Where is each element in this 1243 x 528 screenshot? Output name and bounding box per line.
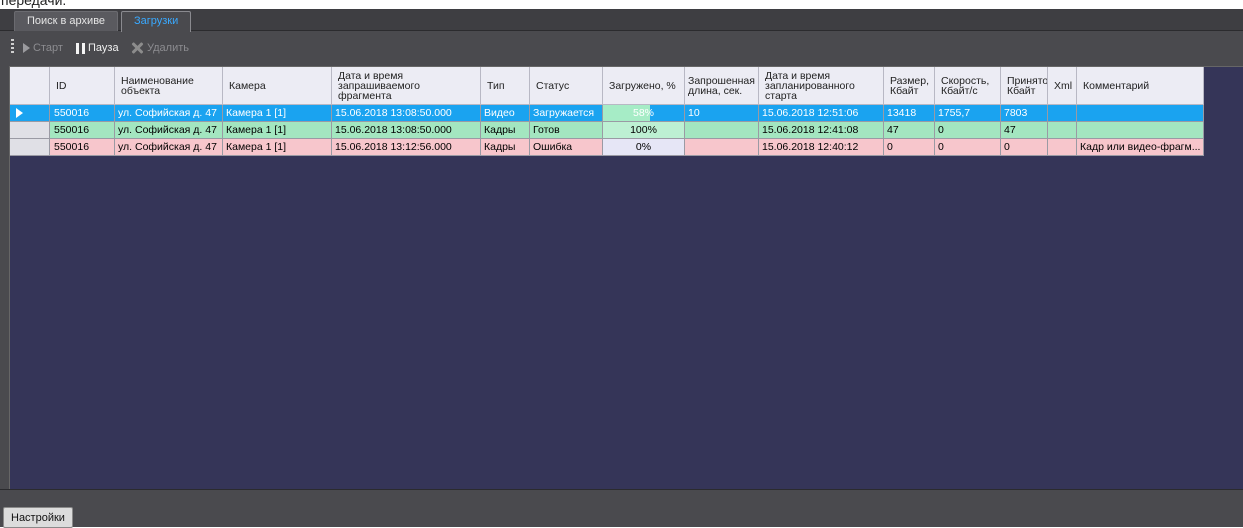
cell-received: 47 [1001, 122, 1048, 139]
cell-object: ул. Софийская д. 47 [115, 122, 223, 139]
pause-icon [76, 42, 85, 54]
cell-status: Загружается [530, 105, 603, 122]
delete-label: Удалить [147, 42, 189, 54]
cell-planned-start: 15.06.2018 12:40:12 [759, 139, 884, 156]
toolbar: Старт Пауза Удалить [0, 32, 1243, 65]
cell-fragment-time: 15.06.2018 13:12:56.000 [332, 139, 481, 156]
cell-size: 47 [884, 122, 935, 139]
cell-comment [1077, 105, 1204, 122]
cell-fragment-time: 15.06.2018 13:08:50.000 [332, 105, 481, 122]
cell-comment [1077, 122, 1204, 139]
play-icon [23, 43, 30, 54]
column-header-camera[interactable]: Камера [223, 67, 332, 105]
cell-progress: 58% [603, 105, 685, 122]
cell-planned-start: 15.06.2018 12:41:08 [759, 122, 884, 139]
cell-size: 0 [884, 139, 935, 156]
current-row-icon [16, 108, 23, 118]
row-header[interactable] [10, 105, 50, 122]
cell-type: Кадры [481, 139, 530, 156]
progress-label: 0% [635, 141, 652, 153]
cell-speed: 1755,7 [935, 105, 1001, 122]
table-row[interactable]: 550016 ул. Софийская д. 47 Камера 1 [1] … [10, 105, 1204, 122]
table-row[interactable]: 550016 ул. Софийская д. 47 Камера 1 [1] … [10, 122, 1204, 139]
cell-speed: 0 [935, 122, 1001, 139]
cell-xml [1048, 122, 1077, 139]
column-header-duration[interactable]: Запрошенная длина, сек. [685, 67, 759, 105]
cell-duration [685, 139, 759, 156]
start-label: Старт [33, 42, 63, 54]
tab-archive-search[interactable]: Поиск в архиве [14, 11, 119, 31]
row-header-corner [10, 67, 50, 105]
cell-duration: 10 [685, 105, 759, 122]
tab-downloads[interactable]: Загрузки [121, 11, 192, 32]
cell-size: 13418 [884, 105, 935, 122]
cell-fragment-time: 15.06.2018 13:08:50.000 [332, 122, 481, 139]
cell-progress: 0% [603, 139, 685, 156]
bottom-bar: Настройки [0, 489, 1243, 528]
row-header[interactable] [10, 122, 50, 139]
cell-camera: Камера 1 [1] [223, 105, 332, 122]
cell-planned-start: 15.06.2018 12:51:06 [759, 105, 884, 122]
column-header-status[interactable]: Статус [530, 67, 603, 105]
progress-label: 100% [630, 124, 657, 136]
downloads-window: Поиск в архиве Загрузки Старт Пауза Удал… [0, 9, 1243, 528]
column-header-speed[interactable]: Скорость, Кбайт/с [935, 67, 1001, 105]
progress-label: 58% [632, 107, 654, 119]
cell-xml [1048, 139, 1077, 156]
table-row[interactable]: 550016 ул. Софийская д. 47 Камера 1 [1] … [10, 139, 1204, 156]
row-header[interactable] [10, 139, 50, 156]
downloads-table: ID Наименование объекта Камера Дата и вр… [9, 66, 1243, 490]
start-button[interactable]: Старт [23, 40, 63, 56]
column-header-xml[interactable]: Xml [1048, 67, 1077, 105]
cell-id: 550016 [50, 105, 115, 122]
cell-xml [1048, 105, 1077, 122]
cell-duration [685, 122, 759, 139]
delete-icon [130, 41, 144, 55]
cell-status: Готов [530, 122, 603, 139]
column-header-fragment-time[interactable]: Дата и время запрашиваемого фрагмента [332, 67, 481, 105]
column-header-object[interactable]: Наименование объекта [115, 67, 223, 105]
cell-id: 550016 [50, 122, 115, 139]
cell-received: 0 [1001, 139, 1048, 156]
settings-button[interactable]: Настройки [3, 507, 73, 528]
cell-object: ул. Софийская д. 47 [115, 105, 223, 122]
pause-button[interactable]: Пауза [76, 40, 119, 56]
top-edge: передачи. [0, 0, 1243, 9]
cell-object: ул. Софийская д. 47 [115, 139, 223, 156]
cell-received: 7803 [1001, 105, 1048, 122]
toolbar-grip-icon[interactable] [11, 39, 14, 54]
cell-speed: 0 [935, 139, 1001, 156]
cropped-text: передачи. [1, 0, 67, 8]
pause-label: Пауза [88, 42, 119, 54]
column-header-received[interactable]: Принято, Кбайт [1001, 67, 1048, 105]
column-header-size[interactable]: Размер, Кбайт [884, 67, 935, 105]
column-header-comment[interactable]: Комментарий [1077, 67, 1204, 105]
column-header-id[interactable]: ID [50, 67, 115, 105]
column-header-type[interactable]: Тип [481, 67, 530, 105]
cell-comment: Кадр или видео-фрагм... [1077, 139, 1204, 156]
column-header-planned-start[interactable]: Дата и время запланированного старта [759, 67, 884, 105]
cell-type: Видео [481, 105, 530, 122]
cell-type: Кадры [481, 122, 530, 139]
cell-camera: Камера 1 [1] [223, 139, 332, 156]
cell-camera: Камера 1 [1] [223, 122, 332, 139]
cell-progress: 100% [603, 122, 685, 139]
column-header-progress[interactable]: Загружено, % [603, 67, 685, 105]
table-header: ID Наименование объекта Камера Дата и вр… [10, 67, 1204, 105]
cell-id: 550016 [50, 139, 115, 156]
cell-status: Ошибка [530, 139, 603, 156]
tab-bar: Поиск в архиве Загрузки [0, 9, 1243, 32]
delete-button[interactable]: Удалить [130, 40, 189, 56]
